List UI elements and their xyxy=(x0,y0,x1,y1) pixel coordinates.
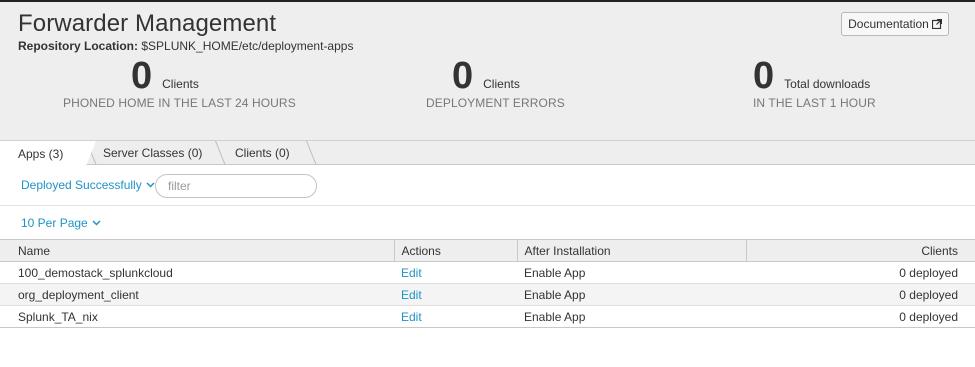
edit-link[interactable]: Edit xyxy=(394,283,517,306)
stat-deployment-errors: 0 Clients DEPLOYMENT ERRORS xyxy=(426,56,565,110)
edit-link[interactable]: Edit xyxy=(394,305,517,328)
page-header: Forwarder Management Repository Location… xyxy=(0,2,975,141)
per-page-dropdown[interactable]: 10 Per Page xyxy=(21,216,101,230)
external-link-icon xyxy=(931,19,942,29)
clients-deployed: 0 deployed xyxy=(746,305,975,328)
clients-deployed: 0 deployed xyxy=(746,283,975,306)
stat-unit: Total downloads xyxy=(784,77,871,91)
app-name: org_deployment_client xyxy=(0,283,394,306)
app-name: Splunk_TA_nix xyxy=(0,305,394,328)
column-header-after-installation[interactable]: After Installation xyxy=(517,239,747,262)
stat-total-downloads: 0 Total downloads IN THE LAST 1 HOUR xyxy=(753,56,876,110)
stat-value: 0 xyxy=(452,55,474,97)
filter-input[interactable] xyxy=(155,174,317,198)
tab-bar: Apps (3) Server Classes (0) Clients (0) xyxy=(0,141,975,166)
after-installation: Enable App xyxy=(517,283,746,306)
tab-clients[interactable]: Clients (0) xyxy=(235,141,290,165)
tab-divider xyxy=(306,141,317,165)
tab-apps[interactable]: Apps (3) xyxy=(0,141,96,166)
stat-value: 0 xyxy=(753,55,775,97)
chevron-down-icon xyxy=(92,220,101,226)
tab-divider xyxy=(215,141,226,165)
column-header-name[interactable]: Name xyxy=(0,239,395,262)
pagination-row: 10 Per Page xyxy=(0,206,975,239)
stat-unit: Clients xyxy=(483,77,520,91)
clients-deployed: 0 deployed xyxy=(746,261,975,284)
stat-subtitle: PHONED HOME IN THE LAST 24 HOURS xyxy=(63,96,296,110)
app-name: 100_demostack_splunkcloud xyxy=(0,261,394,284)
deployment-status-label: Deployed Successfully xyxy=(21,178,142,192)
stat-subtitle: DEPLOYMENT ERRORS xyxy=(426,96,565,110)
column-header-clients[interactable]: Clients xyxy=(746,239,975,262)
tab-server-classes[interactable]: Server Classes (0) xyxy=(103,141,202,165)
table-row: org_deployment_client Edit Enable App 0 … xyxy=(0,283,975,306)
table-row: 100_demostack_splunkcloud Edit Enable Ap… xyxy=(0,261,975,284)
chevron-down-icon xyxy=(146,182,155,188)
after-installation: Enable App xyxy=(517,261,746,284)
repository-location-label: Repository Location: xyxy=(18,39,139,53)
filter-row: Deployed Successfully xyxy=(0,165,975,206)
column-header-actions: Actions xyxy=(394,239,518,262)
stat-clients-phoned-home: 0 Clients PHONED HOME IN THE LAST 24 HOUR… xyxy=(63,56,296,110)
stat-subtitle: IN THE LAST 1 HOUR xyxy=(753,96,876,110)
page-title: Forwarder Management xyxy=(18,10,277,37)
edit-link[interactable]: Edit xyxy=(394,261,517,284)
after-installation: Enable App xyxy=(517,305,746,328)
per-page-label: 10 Per Page xyxy=(21,216,88,230)
documentation-button[interactable]: Documentation xyxy=(841,12,949,36)
table-header-row: Name Actions After Installation Clients xyxy=(0,239,975,262)
documentation-button-label: Documentation xyxy=(848,17,929,31)
apps-table: Name Actions After Installation Clients … xyxy=(0,239,975,328)
repository-location: Repository Location: $SPLUNK_HOME/etc/de… xyxy=(18,39,353,53)
stat-unit: Clients xyxy=(162,77,199,91)
repository-location-path: $SPLUNK_HOME/etc/deployment-apps xyxy=(141,39,354,53)
stat-value: 0 xyxy=(131,55,153,97)
table-row: Splunk_TA_nix Edit Enable App 0 deployed xyxy=(0,305,975,328)
deployment-status-dropdown[interactable]: Deployed Successfully xyxy=(21,178,155,192)
